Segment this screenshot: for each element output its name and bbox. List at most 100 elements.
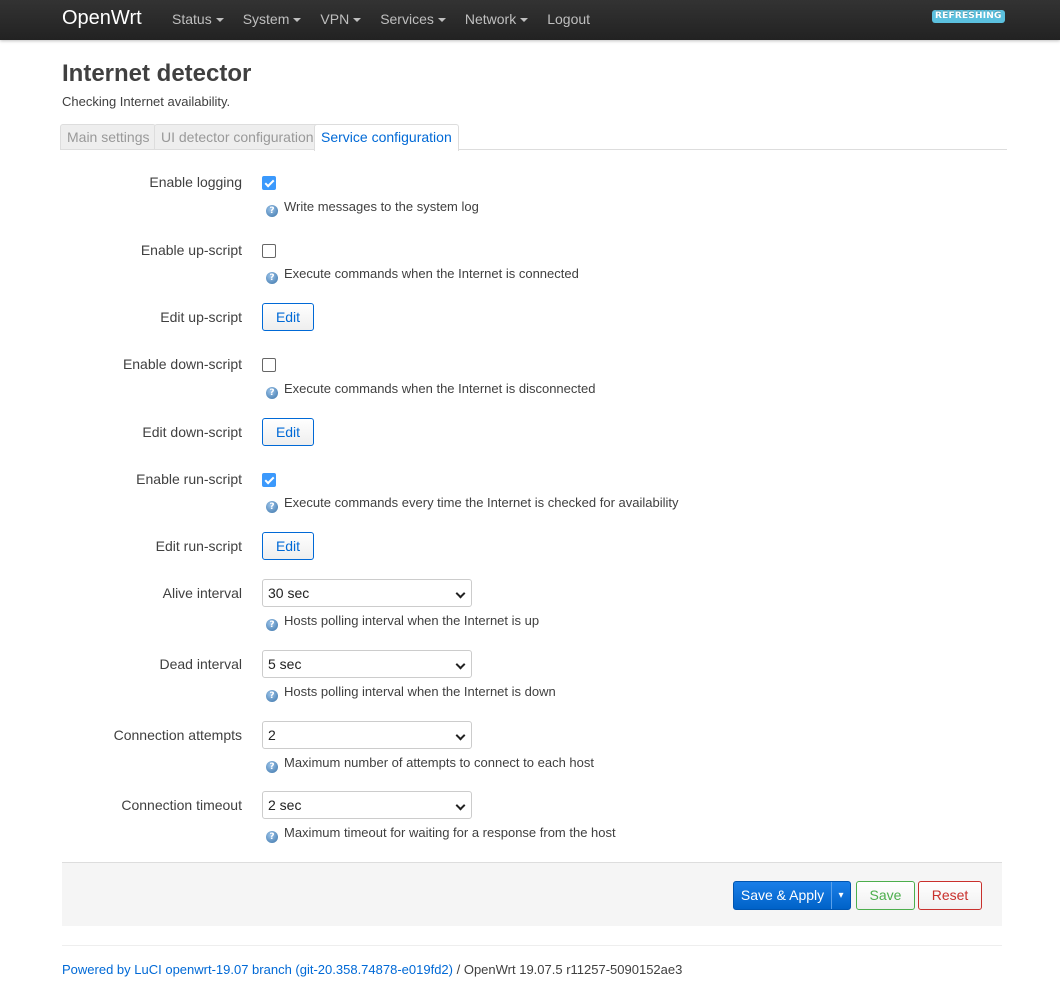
save-apply-label[interactable]: Save & Apply <box>734 882 832 909</box>
caret-down-icon <box>437 18 446 23</box>
alive-interval-help-text: Hosts polling interval when the Internet… <box>284 613 540 628</box>
connection-timeout-help: ? Maximum timeout for waiting for a respo… <box>266 825 616 843</box>
info-icon: ? <box>266 205 278 217</box>
enable-up-script-label: Enable up-script <box>140 242 242 258</box>
enable-down-script-label: Enable down-script <box>122 356 242 372</box>
form-actions: Save & Apply ▾ Save Reset <box>62 862 1002 926</box>
menu-status-label: Status <box>172 11 212 27</box>
edit-run-script-field: Edit <box>262 532 314 560</box>
chevron-down-icon <box>455 800 466 811</box>
enable-down-script-help-text: Execute commands when the Internet is di… <box>284 381 596 396</box>
info-icon: ? <box>266 619 278 631</box>
enable-logging-field <box>262 176 276 190</box>
menu-status[interactable]: Status <box>172 0 224 40</box>
alive-interval-field: 30 sec <box>262 579 472 607</box>
brand-logo[interactable]: OpenWrt <box>62 6 142 30</box>
enable-logging-label: Enable logging <box>149 174 242 190</box>
caret-down-icon <box>215 18 224 23</box>
edit-up-script-button[interactable]: Edit <box>262 303 314 331</box>
edit-down-script-label: Edit down-script <box>142 424 242 440</box>
page-title: Internet detector <box>62 60 252 87</box>
save-apply-button[interactable]: Save & Apply ▾ <box>733 881 851 910</box>
top-navbar: OpenWrt Status System VPN Services Netwo… <box>0 0 1060 40</box>
enable-down-script-help: ? Execute commands when the Internet is d… <box>266 381 595 399</box>
alive-interval-help: ? Hosts polling interval when the Interne… <box>266 613 539 631</box>
tab-service-configuration[interactable]: Service configuration <box>314 124 459 151</box>
dead-interval-label: Dead interval <box>159 656 243 672</box>
save-button[interactable]: Save <box>856 881 915 910</box>
alive-interval-value: 30 sec <box>268 585 310 601</box>
menu-vpn[interactable]: VPN <box>320 0 362 40</box>
edit-down-script-field: Edit <box>262 418 314 446</box>
connection-attempts-field: 2 <box>262 721 472 749</box>
alive-interval-select[interactable]: 30 sec <box>262 579 472 607</box>
info-icon: ? <box>266 831 278 843</box>
edit-up-script-field: Edit <box>262 303 314 331</box>
footer-separator: / <box>452 962 464 977</box>
chevron-down-icon <box>455 659 466 670</box>
dead-interval-field: 5 sec <box>262 650 472 678</box>
menu-logout[interactable]: Logout <box>547 0 590 40</box>
enable-logging-checkbox[interactable] <box>262 176 276 190</box>
footer: Powered by LuCI openwrt-19.07 branch (gi… <box>62 962 682 977</box>
main-menu: Status System VPN Services Network Logou… <box>172 0 609 40</box>
connection-attempts-label: Connection attempts <box>113 727 242 743</box>
enable-down-script-field <box>262 358 276 372</box>
enable-logging-help-text: Write messages to the system log <box>284 199 479 214</box>
enable-run-script-label: Enable run-script <box>136 471 242 487</box>
save-apply-dropdown-icon[interactable]: ▾ <box>832 882 850 909</box>
connection-attempts-value: 2 <box>268 727 276 743</box>
caret-down-icon <box>520 18 529 23</box>
dead-interval-help: ? Hosts polling interval when the Interne… <box>266 684 556 702</box>
enable-up-script-help: ? Execute commands when the Internet is c… <box>266 266 579 284</box>
connection-attempts-select[interactable]: 2 <box>262 721 472 749</box>
menu-system-label: System <box>242 11 290 27</box>
menu-network-label: Network <box>464 11 517 27</box>
caret-down-icon <box>353 18 362 23</box>
page-description: Checking Internet availability. <box>62 94 231 109</box>
enable-run-script-help: ? Execute commands every time the Interne… <box>266 495 679 513</box>
connection-attempts-help: ? Maximum number of attempts to connect t… <box>266 755 594 773</box>
chevron-down-icon <box>455 588 466 599</box>
info-icon: ? <box>266 761 278 773</box>
info-icon: ? <box>266 272 278 284</box>
edit-run-script-button[interactable]: Edit <box>262 532 314 560</box>
enable-run-script-help-text: Execute commands every time the Internet… <box>284 495 679 510</box>
tab-ui-detector-configuration[interactable]: UI detector configuration <box>154 124 321 149</box>
connection-timeout-value: 2 sec <box>268 797 302 813</box>
menu-services[interactable]: Services <box>380 0 446 40</box>
edit-down-script-button[interactable]: Edit <box>262 418 314 446</box>
luci-link[interactable]: Powered by LuCI openwrt-19.07 branch (gi… <box>62 962 453 977</box>
caret-down-icon <box>293 18 302 23</box>
enable-run-script-field <box>262 473 276 487</box>
enable-up-script-checkbox[interactable] <box>262 244 276 258</box>
menu-system[interactable]: System <box>243 0 302 40</box>
enable-run-script-checkbox[interactable] <box>262 473 276 487</box>
menu-services-label: Services <box>380 11 434 27</box>
menu-vpn-label: VPN <box>320 11 350 27</box>
menu-logout-label: Logout <box>547 11 591 27</box>
connection-timeout-field: 2 sec <box>262 791 472 819</box>
dead-interval-help-text: Hosts polling interval when the Internet… <box>284 684 556 699</box>
connection-timeout-label: Connection timeout <box>121 797 242 813</box>
reset-button[interactable]: Reset <box>918 881 982 910</box>
info-icon: ? <box>266 501 278 513</box>
refreshing-indicator[interactable]: REFRESHING <box>932 10 1005 23</box>
connection-timeout-help-text: Maximum timeout for waiting for a respon… <box>284 825 616 840</box>
footer-divider <box>62 945 1002 946</box>
menu-network[interactable]: Network <box>464 0 529 40</box>
openwrt-version: OpenWrt 19.07.5 r11257-5090152ae3 <box>463 962 683 977</box>
tab-main-settings[interactable]: Main settings <box>60 124 157 149</box>
connection-timeout-select[interactable]: 2 sec <box>262 791 472 819</box>
connection-attempts-help-text: Maximum number of attempts to connect to… <box>284 755 594 770</box>
tab-bar: Main settings UI detector configuration … <box>60 124 1007 151</box>
enable-down-script-checkbox[interactable] <box>262 358 276 372</box>
info-icon: ? <box>266 387 278 399</box>
info-icon: ? <box>266 690 278 702</box>
dead-interval-value: 5 sec <box>268 656 302 672</box>
edit-up-script-label: Edit up-script <box>160 309 242 325</box>
chevron-down-icon <box>455 730 466 741</box>
edit-run-script-label: Edit run-script <box>155 538 242 554</box>
alive-interval-label: Alive interval <box>162 585 242 601</box>
dead-interval-select[interactable]: 5 sec <box>262 650 472 678</box>
